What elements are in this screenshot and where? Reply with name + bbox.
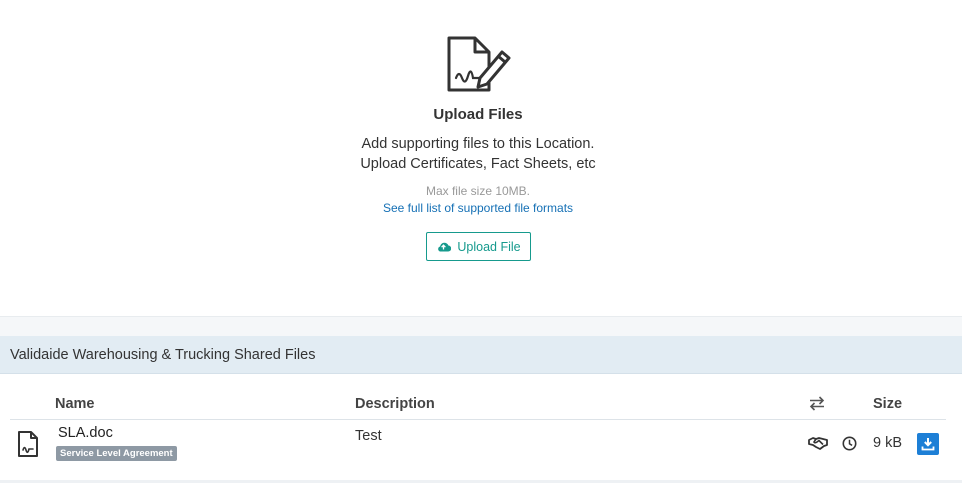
upload-description: Add supporting files to this Location. U… bbox=[0, 134, 956, 174]
upload-description-line-2: Upload Certificates, Fact Sheets, etc bbox=[360, 156, 596, 172]
upload-section: Upload Files Add supporting files to thi… bbox=[0, 0, 962, 316]
transfer-arrows-icon bbox=[809, 396, 825, 411]
shared-files-title: Validaide Warehousing & Trucking Shared … bbox=[10, 346, 316, 363]
file-tag-badge: Service Level Agreement bbox=[56, 446, 177, 461]
shared-files-header: Validaide Warehousing & Trucking Shared … bbox=[0, 336, 962, 374]
upload-title: Upload Files bbox=[433, 106, 523, 123]
column-header-description[interactable]: Description bbox=[355, 396, 435, 412]
file-size: 9 kB bbox=[873, 435, 903, 451]
cloud-upload-icon bbox=[438, 242, 452, 252]
download-icon bbox=[921, 438, 935, 451]
column-header-name[interactable]: Name bbox=[55, 396, 95, 412]
max-file-size: Max file size 10MB. bbox=[425, 184, 531, 198]
upload-file-button[interactable]: Upload File bbox=[426, 232, 531, 261]
signed-document-icon bbox=[18, 431, 38, 457]
supported-formats-link[interactable]: See full list of supported file formats bbox=[0, 201, 956, 215]
clock-icon[interactable] bbox=[842, 436, 857, 451]
column-header-size[interactable]: Size bbox=[873, 396, 902, 412]
file-description: Test bbox=[355, 428, 382, 444]
table-bottom-border bbox=[0, 480, 962, 483]
file-name[interactable]: SLA.doc bbox=[58, 425, 113, 441]
table-header-divider bbox=[10, 419, 946, 420]
upload-file-button-label: Upload File bbox=[457, 239, 521, 254]
download-button[interactable] bbox=[917, 433, 939, 455]
upload-description-line-1: Add supporting files to this Location. bbox=[361, 136, 595, 152]
section-divider bbox=[0, 316, 962, 336]
handshake-icon[interactable] bbox=[808, 435, 828, 451]
signed-document-icon bbox=[447, 36, 511, 92]
